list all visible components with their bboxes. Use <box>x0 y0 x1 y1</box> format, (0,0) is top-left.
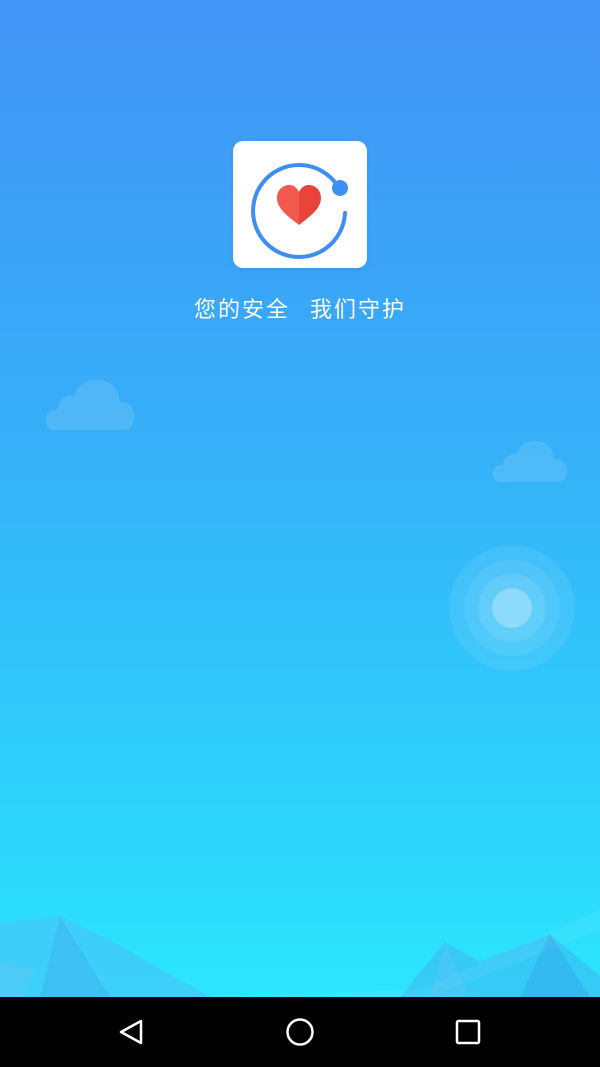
back-button[interactable] <box>111 1012 151 1052</box>
slogan: 您的安全 我们守护 <box>0 292 600 324</box>
splash-screen: 您的安全 我们守护 <box>0 0 600 997</box>
home-circle-icon <box>286 1018 314 1046</box>
system-navigation-bar <box>0 997 600 1067</box>
slogan-part-1: 您的安全 <box>193 298 290 323</box>
app-logo <box>233 141 367 268</box>
pulse-circle-decoration <box>446 545 578 672</box>
recent-apps-button[interactable] <box>448 1012 488 1052</box>
cloud-left <box>44 374 136 432</box>
slogan-part-2: 我们守护 <box>310 298 407 323</box>
heart-orbit-icon <box>251 162 348 259</box>
recent-apps-square-icon <box>455 1019 481 1045</box>
cloud-right <box>492 436 568 484</box>
mountain-decoration <box>0 900 600 997</box>
back-triangle-icon <box>119 1019 143 1045</box>
home-button[interactable] <box>280 1012 320 1052</box>
screen: 您的安全 我们守护 <box>0 0 600 1067</box>
